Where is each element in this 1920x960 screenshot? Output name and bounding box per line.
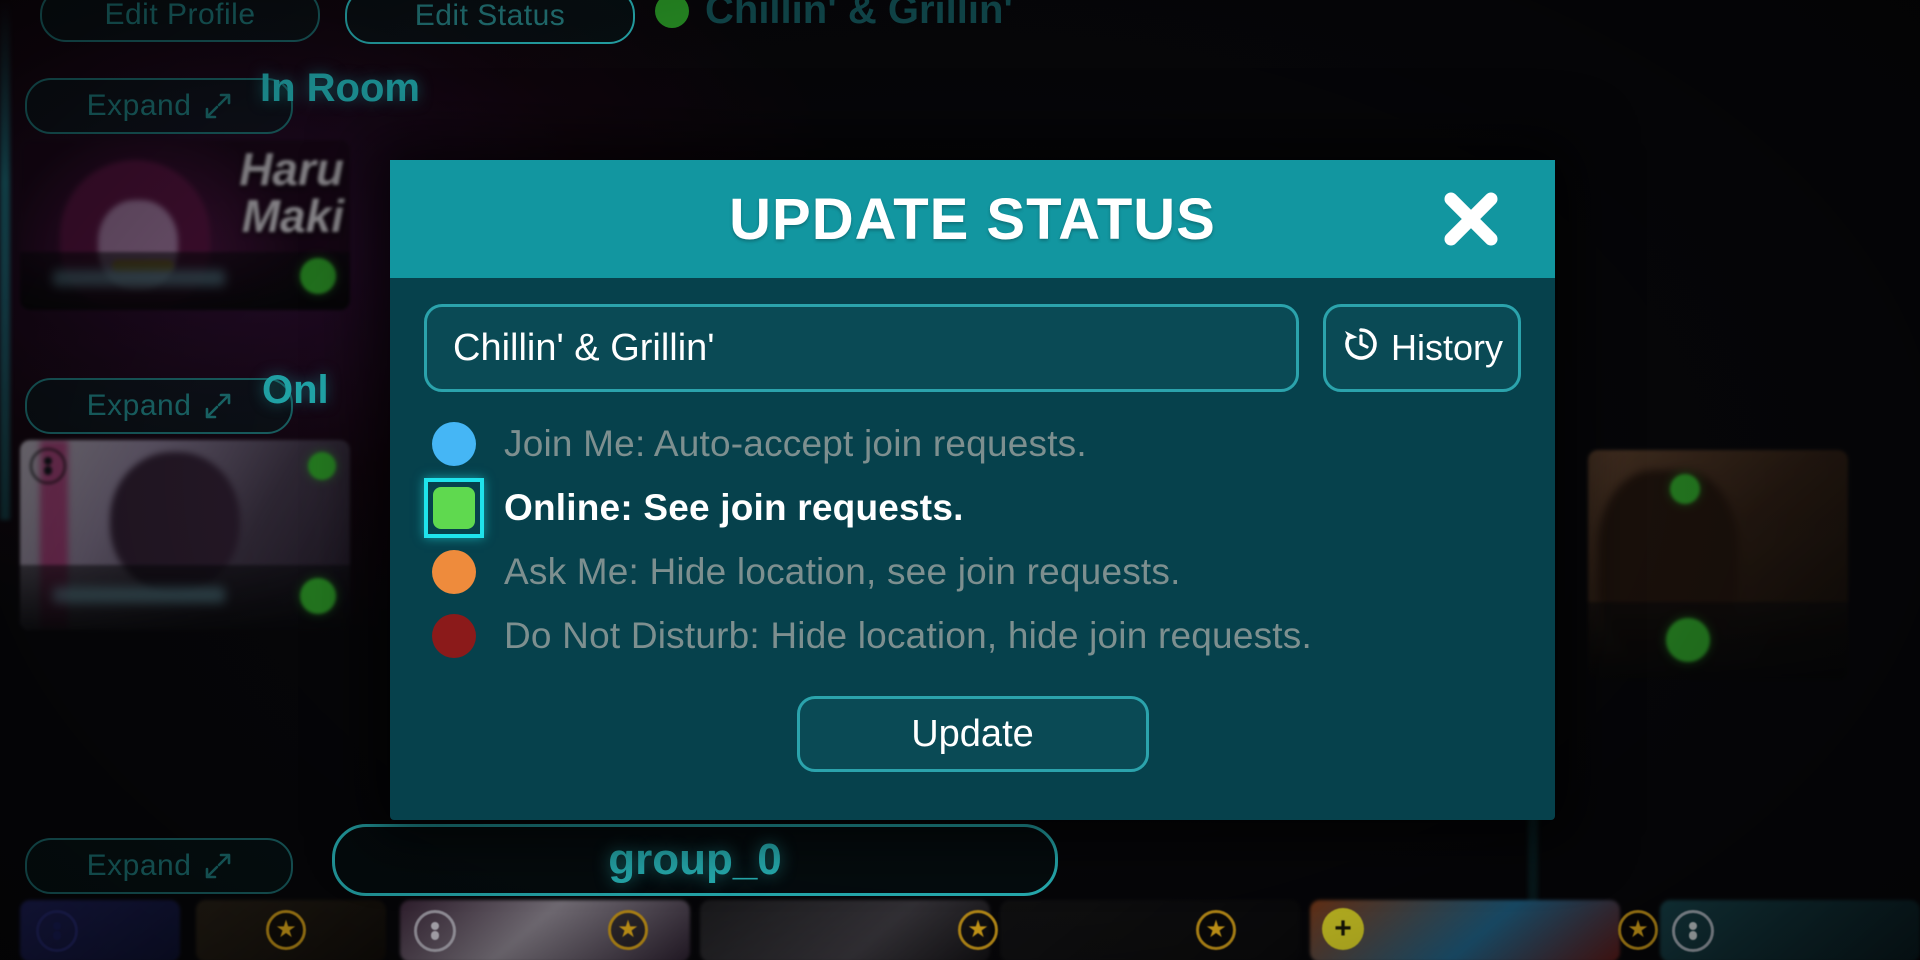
card-status-dot	[1670, 474, 1700, 504]
plus-icon: +	[1322, 908, 1364, 950]
dialog-footer: Update	[424, 666, 1521, 820]
current-status-display: Chillin' & Grillin'	[655, 0, 1013, 33]
status-option-online[interactable]: Online: See join requests.	[424, 478, 1521, 538]
card-namebar	[1588, 601, 1848, 680]
status-dot-red	[432, 614, 476, 658]
status-option-label: Join Me: Auto-accept join requests.	[504, 423, 1087, 464]
edit-profile-button[interactable]: Edit Profile	[40, 0, 320, 42]
edit-status-label: Edit Status	[414, 0, 566, 32]
card-status-dot	[300, 258, 336, 294]
status-option-label: Online: See join requests.	[504, 487, 964, 528]
card-username-blurred	[53, 270, 225, 287]
user-card-online-2[interactable]	[1588, 450, 1848, 680]
option-marker	[424, 414, 484, 474]
expand-arrow-icon	[205, 393, 231, 419]
status-option-label: Ask Me: Hide location, see join requests…	[504, 551, 1181, 592]
option-marker	[424, 606, 484, 666]
dialog-title: UPDATE STATUS	[729, 186, 1216, 252]
bottom-card-5[interactable]	[1000, 900, 1300, 960]
section-heading-online: Onl	[262, 368, 329, 412]
status-options-list: Join Me: Auto-accept join requests. Onli…	[424, 414, 1521, 666]
person-icon	[36, 910, 78, 952]
expand-button-in-room[interactable]: Expand	[25, 78, 293, 134]
expand-arrow-icon	[205, 93, 231, 119]
option-marker-selected	[424, 478, 484, 538]
card-status-dot	[308, 452, 336, 480]
expand-button-online[interactable]: Expand	[25, 378, 293, 434]
status-option-label: Do Not Disturb: Hide location, hide join…	[504, 615, 1312, 656]
card-username-blurred	[53, 587, 225, 604]
bottom-card-4[interactable]	[700, 900, 990, 960]
expand-arrow-icon	[205, 853, 231, 879]
user-card-online-1[interactable]	[20, 440, 350, 630]
status-dot-orange	[432, 550, 476, 594]
status-option-ask-me[interactable]: Ask Me: Hide location, see join requests…	[424, 542, 1521, 602]
left-edge-glow	[0, 0, 10, 520]
user-card-featured[interactable]: Haru Maki	[20, 140, 350, 310]
dialog-header: UPDATE STATUS	[390, 160, 1555, 278]
expand-button-group[interactable]: Expand	[25, 838, 293, 894]
dialog-body: History Join Me: Auto-accept join reques…	[390, 278, 1555, 820]
group-pill-label: group_0	[608, 835, 782, 884]
expand-label: Expand	[86, 849, 192, 882]
group-pill[interactable]: group_0	[332, 824, 1058, 896]
star-icon: ★	[1196, 910, 1236, 950]
person-icon	[414, 910, 456, 952]
star-icon: ★	[608, 910, 648, 950]
status-option-do-not-disturb[interactable]: Do Not Disturb: Hide location, hide join…	[424, 606, 1521, 666]
option-marker	[424, 542, 484, 602]
expand-label: Expand	[86, 89, 192, 122]
card-status-dot-large	[300, 578, 336, 614]
status-dot-green	[433, 487, 475, 529]
status-option-join-me[interactable]: Join Me: Auto-accept join requests.	[424, 414, 1521, 474]
card-artwork	[1000, 900, 1300, 960]
section-heading-in-room: In Room	[260, 66, 420, 110]
expand-label: Expand	[86, 389, 192, 422]
update-button[interactable]: Update	[796, 696, 1149, 772]
history-clock-icon	[1341, 324, 1381, 373]
update-status-dialog: UPDATE STATUS His	[390, 160, 1555, 820]
close-icon[interactable]	[1433, 181, 1509, 257]
person-icon	[1672, 910, 1714, 952]
history-button-label: History	[1390, 327, 1503, 368]
person-icon	[30, 448, 66, 484]
app-root: Edit Profile Edit Status Chillin' & Gril…	[0, 0, 1920, 960]
edit-profile-label: Edit Profile	[104, 0, 256, 31]
star-icon: ★	[266, 910, 306, 950]
card-artwork	[700, 900, 990, 960]
card-overlay-name: Haru Maki	[239, 143, 344, 242]
history-button[interactable]: History	[1323, 304, 1521, 392]
current-status-dot	[655, 0, 689, 28]
status-entry-row: History	[424, 304, 1521, 392]
status-input[interactable]	[424, 304, 1299, 392]
card-status-dot-large	[1666, 618, 1710, 662]
edit-status-button[interactable]: Edit Status	[345, 0, 635, 44]
star-icon: ★	[958, 910, 998, 950]
star-icon: ★	[1618, 910, 1658, 950]
status-dot-blue	[432, 422, 476, 466]
current-status-text: Chillin' & Grillin'	[705, 0, 1013, 32]
